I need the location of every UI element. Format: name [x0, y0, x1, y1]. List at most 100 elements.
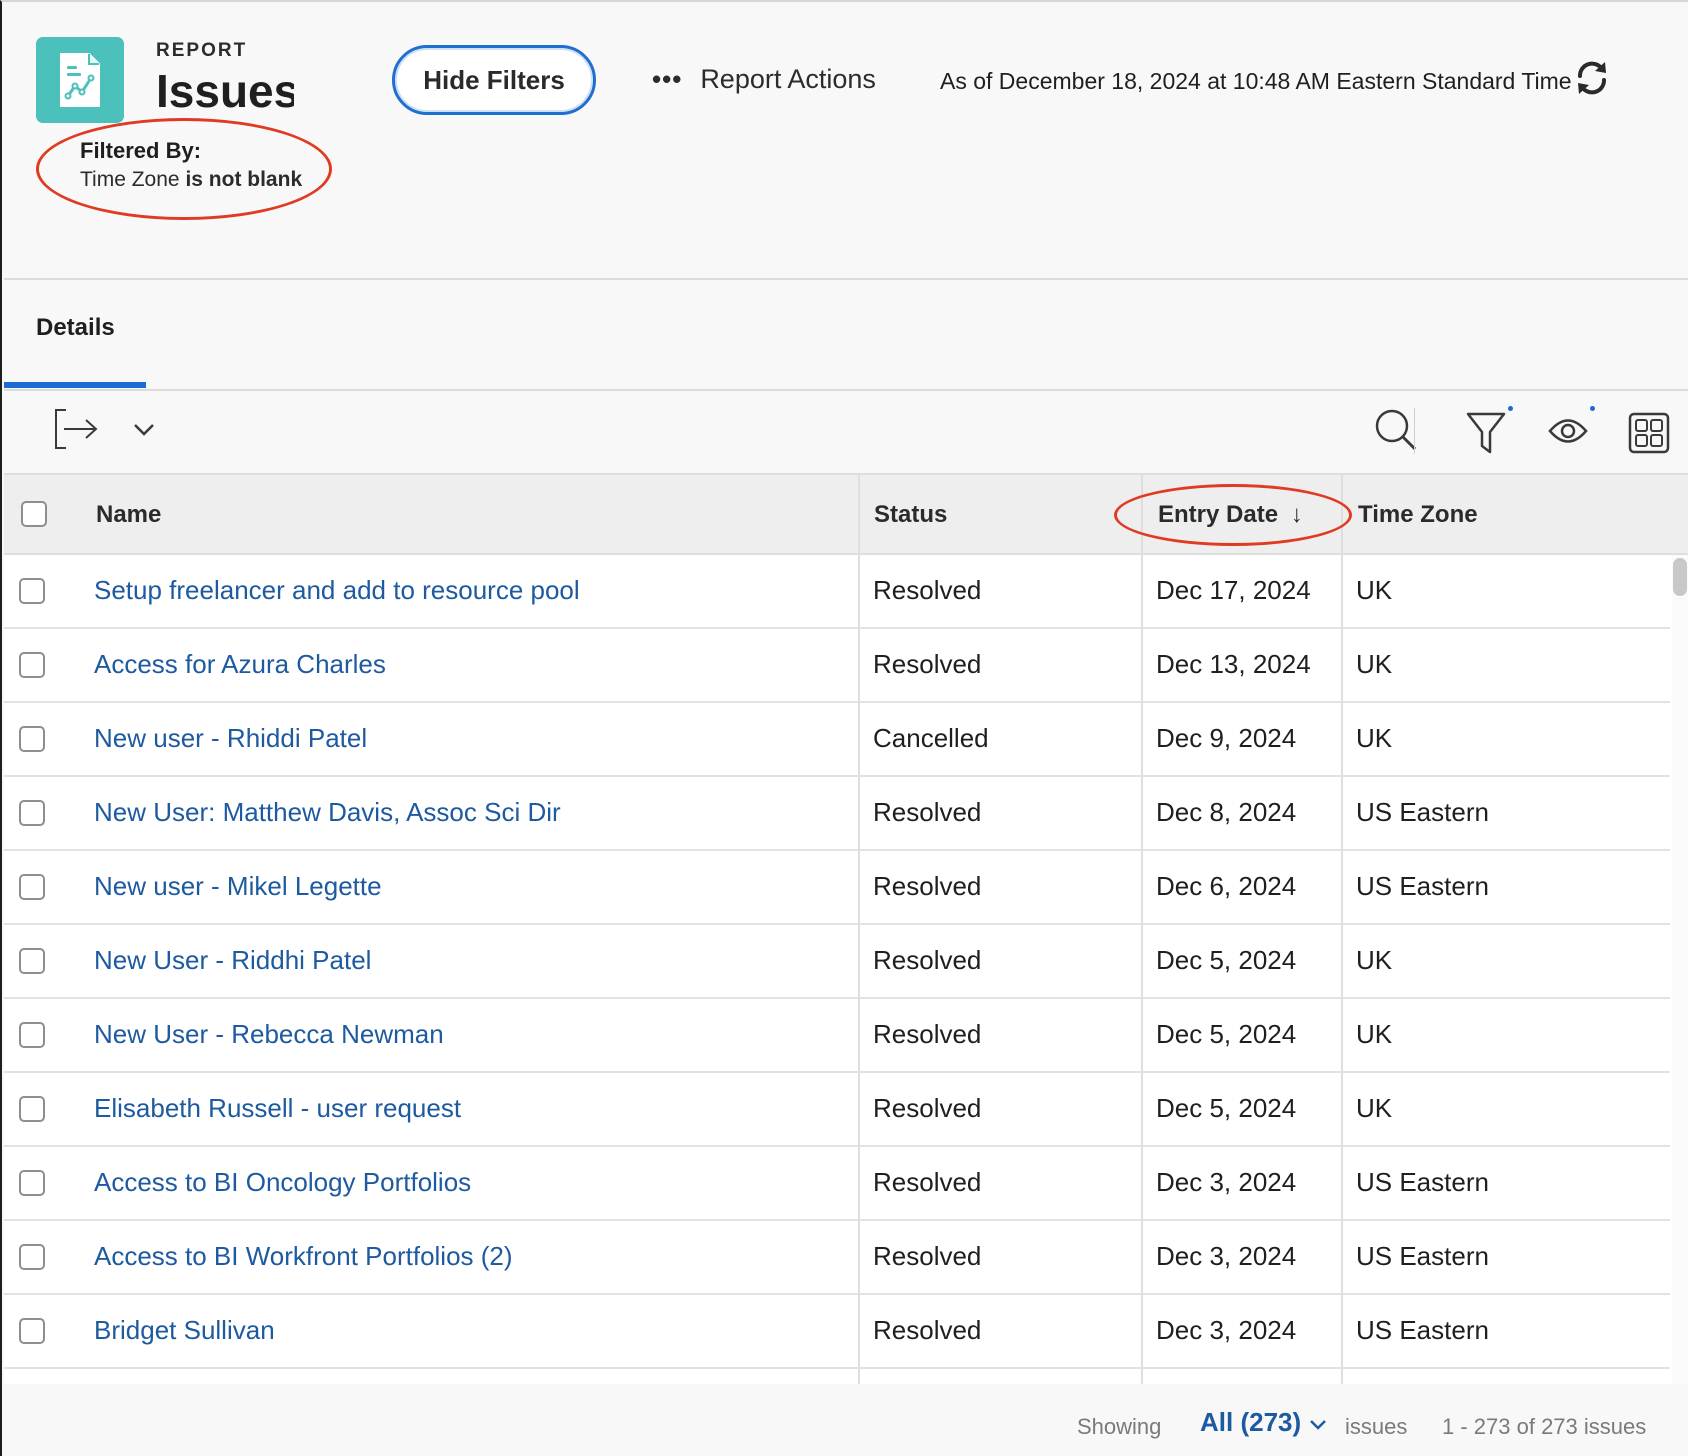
column-header-name[interactable]: Name — [96, 501, 161, 529]
row-checkbox[interactable] — [19, 1022, 45, 1048]
table-row[interactable]: New User: Matthew Davis, Assoc Sci Dir R… — [4, 777, 1670, 851]
row-checkbox[interactable] — [19, 1096, 45, 1122]
filtered-by-label: Filtered By: — [80, 138, 202, 163]
issue-name-link[interactable]: Access to BI Workfront Portfolios (2) — [94, 1241, 513, 1272]
grid-icon[interactable] — [1628, 412, 1670, 459]
as-of-timestamp: As of December 18, 2024 at 10:48 AM East… — [940, 68, 1572, 94]
issue-name-link[interactable]: New User - Rebecca Newman — [94, 1019, 444, 1050]
row-checkbox[interactable] — [19, 800, 45, 826]
pagination-range: 1 - 273 of 273 issues — [1442, 1414, 1647, 1439]
status-cell: Resolved — [873, 797, 982, 827]
table-row[interactable]: Access for Azura Charles Resolved Dec 13… — [4, 629, 1670, 703]
row-checkbox[interactable] — [19, 652, 45, 678]
export-icon[interactable] — [54, 408, 98, 455]
table-row[interactable] — [4, 1369, 1670, 1384]
report-page: REPORT Issues with Time Zone Hide Filter… — [0, 0, 1688, 1456]
time-zone-cell: UK — [1356, 1019, 1393, 1049]
table-row[interactable]: Setup freelancer and add to resource poo… — [4, 555, 1670, 629]
entry-date-cell: Dec 8, 2024 — [1156, 797, 1297, 827]
more-dots-icon: ••• — [652, 64, 683, 94]
time-zone-cell: US Eastern — [1356, 1241, 1489, 1271]
column-header-time-zone[interactable]: Time Zone — [1358, 501, 1478, 529]
time-zone-cell: UK — [1356, 575, 1393, 605]
select-all-checkbox[interactable] — [21, 501, 47, 527]
active-tab-indicator — [4, 382, 146, 388]
report-actions-menu[interactable]: ••• Report Actions — [652, 64, 876, 95]
time-zone-cell: UK — [1356, 649, 1393, 679]
hide-filters-button[interactable]: Hide Filters — [392, 45, 596, 115]
issue-name-link[interactable]: Setup freelancer and add to resource poo… — [94, 575, 580, 606]
status-cell: Resolved — [873, 1019, 982, 1049]
filter-description: Time Zone is not blank — [80, 168, 302, 192]
table-row[interactable]: Bridget Sullivan Resolved Dec 3, 2024 US… — [4, 1295, 1670, 1369]
entry-date-cell: Dec 17, 2024 — [1156, 575, 1311, 605]
status-cell: Resolved — [873, 945, 982, 975]
row-checkbox[interactable] — [19, 726, 45, 752]
scrollbar-thumb[interactable] — [1673, 558, 1687, 596]
status-cell: Resolved — [873, 1315, 982, 1345]
chevron-down-icon[interactable] — [132, 422, 156, 443]
table-header: Name Status Entry Date ↓ Time Zone — [4, 473, 1688, 557]
column-divider — [1341, 555, 1343, 1384]
row-checkbox[interactable] — [19, 1318, 45, 1344]
entry-date-cell: Dec 13, 2024 — [1156, 649, 1311, 679]
issue-name-link[interactable]: New User - Riddhi Patel — [94, 945, 371, 976]
issue-name-link[interactable]: Bridget Sullivan — [94, 1315, 275, 1346]
filter-icon[interactable] — [1466, 412, 1506, 459]
eye-icon[interactable] — [1548, 416, 1588, 451]
entry-date-cell: Dec 5, 2024 — [1156, 1093, 1297, 1123]
table-row[interactable]: New user - Mikel Legette Resolved Dec 6,… — [4, 851, 1670, 925]
view-count-dropdown[interactable]: All (273) — [1200, 1407, 1327, 1438]
issue-name-link[interactable]: Elisabeth Russell - user request — [94, 1093, 461, 1124]
report-actions-label: Report Actions — [700, 64, 876, 94]
row-checkbox[interactable] — [19, 874, 45, 900]
column-divider — [1141, 555, 1143, 1384]
table-row[interactable]: Access to BI Workfront Portfolios (2) Re… — [4, 1221, 1670, 1295]
table-row[interactable]: New User - Riddhi Patel Resolved Dec 5, … — [4, 925, 1670, 999]
table-row[interactable]: Elisabeth Russell - user request Resolve… — [4, 1073, 1670, 1147]
table-row[interactable]: New user - Rhiddi Patel Cancelled Dec 9,… — [4, 703, 1670, 777]
tabs-divider — [4, 389, 1688, 391]
view-count-value: All (273) — [1200, 1407, 1302, 1437]
issue-name-link[interactable]: New User: Matthew Davis, Assoc Sci Dir — [94, 797, 561, 828]
search-icon[interactable] — [1374, 408, 1418, 457]
issue-name-link[interactable]: Access for Azura Charles — [94, 649, 386, 680]
row-checkbox[interactable] — [19, 1244, 45, 1270]
column-divider — [1141, 475, 1143, 557]
report-chart-icon — [36, 37, 124, 123]
table-body: Setup freelancer and add to resource poo… — [4, 555, 1672, 1384]
tab-details[interactable]: Details — [36, 314, 115, 342]
table-row[interactable]: Access to BI Oncology Portfolios Resolve… — [4, 1147, 1670, 1221]
showing-label: Showing — [1077, 1414, 1162, 1439]
column-divider — [858, 475, 860, 557]
toolbar-separator — [1414, 408, 1415, 454]
issue-name-link[interactable]: Access to BI Oncology Portfolios — [94, 1167, 471, 1198]
entry-date-cell: Dec 5, 2024 — [1156, 1019, 1297, 1049]
entry-date-cell: Dec 9, 2024 — [1156, 723, 1297, 753]
refresh-icon[interactable] — [1572, 58, 1612, 98]
row-checkbox[interactable] — [19, 1170, 45, 1196]
report-kicker: REPORT — [156, 40, 248, 61]
entry-date-cell: Dec 6, 2024 — [1156, 871, 1297, 901]
entry-date-cell: Dec 5, 2024 — [1156, 945, 1297, 975]
table-row[interactable]: New User - Rebecca Newman Resolved Dec 5… — [4, 999, 1670, 1073]
time-zone-cell: US Eastern — [1356, 1167, 1489, 1197]
status-cell: Resolved — [873, 1241, 982, 1271]
column-header-entry-date[interactable]: Entry Date ↓ — [1158, 501, 1303, 529]
time-zone-cell: US Eastern — [1356, 797, 1489, 827]
status-cell: Resolved — [873, 1093, 982, 1123]
issues-label: issues — [1345, 1414, 1408, 1439]
column-divider — [1341, 475, 1343, 557]
status-cell: Resolved — [873, 871, 982, 901]
status-cell: Resolved — [873, 575, 982, 605]
column-header-status[interactable]: Status — [874, 501, 947, 529]
row-checkbox[interactable] — [19, 578, 45, 604]
scrollbar-track[interactable] — [1672, 555, 1688, 1384]
row-checkbox[interactable] — [19, 948, 45, 974]
time-zone-cell: UK — [1356, 945, 1393, 975]
status-cell: Resolved — [873, 1167, 982, 1197]
issue-name-link[interactable]: New user - Rhiddi Patel — [94, 723, 367, 754]
time-zone-cell: US Eastern — [1356, 1315, 1489, 1345]
issue-name-link[interactable]: New user - Mikel Legette — [94, 871, 382, 902]
filter-summary: Filtered By: Time Zone is not blank — [80, 138, 302, 192]
